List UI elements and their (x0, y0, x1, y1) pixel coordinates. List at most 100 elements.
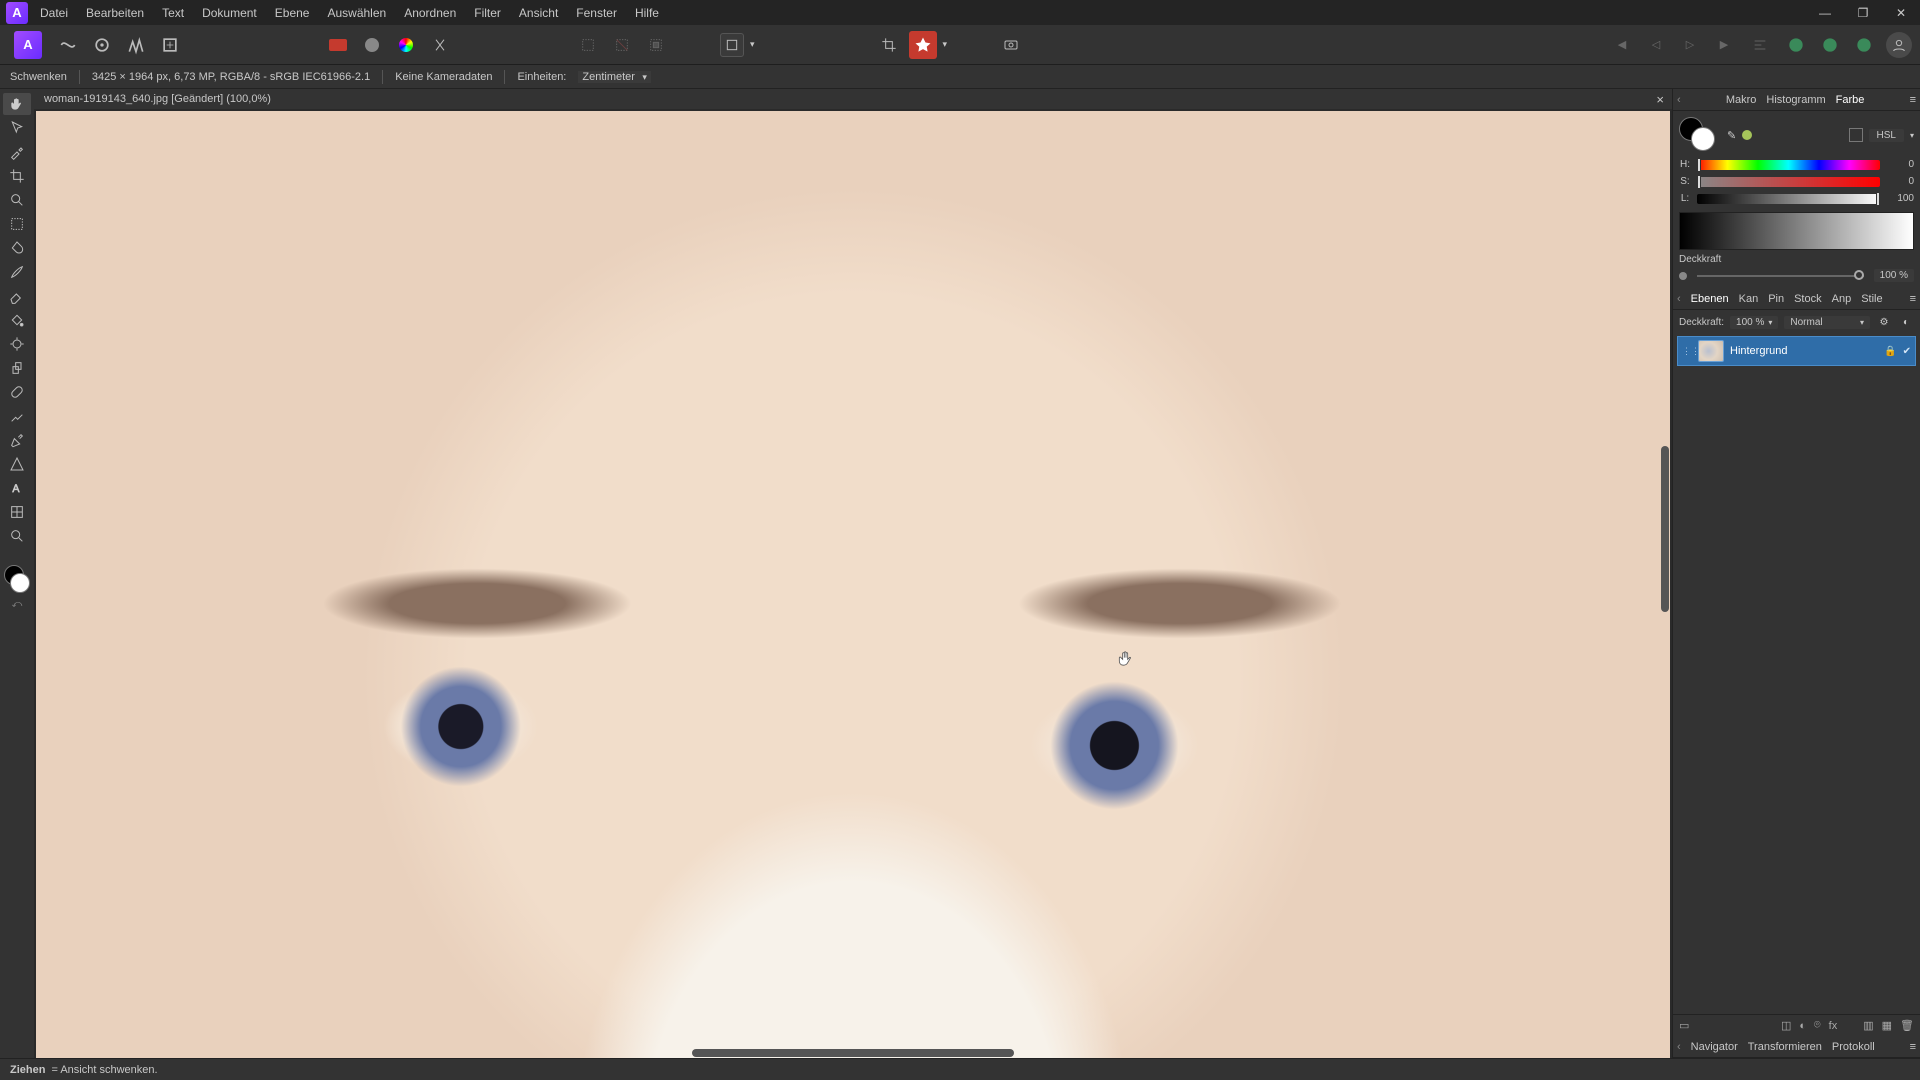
layer-opacity-select[interactable]: 100 %▾ (1730, 316, 1778, 329)
sat-value[interactable]: 0 (1886, 176, 1914, 187)
layer-name[interactable]: Hintergrund (1730, 345, 1787, 357)
arrange-forward-icon[interactable]: ▷ (1676, 31, 1704, 59)
invert-selection-icon[interactable] (642, 31, 670, 59)
clone-tool-icon[interactable] (3, 357, 31, 379)
lum-value[interactable]: 100 (1886, 193, 1914, 204)
panel-collapse-icon[interactable]: ‹ (1677, 94, 1681, 106)
fill-tool-icon[interactable] (3, 309, 31, 331)
canvas[interactable] (36, 111, 1670, 1058)
panel-collapse-mid-icon[interactable]: ‹ (1677, 293, 1681, 305)
color-wells[interactable] (1679, 117, 1719, 153)
tab-navigator[interactable]: Navigator (1691, 1041, 1738, 1053)
tab-histogramm[interactable]: Histogramm (1766, 94, 1825, 106)
close-button[interactable]: ✕ (1882, 0, 1920, 25)
panel-collapse-bottom-icon[interactable]: ‹ (1677, 1041, 1681, 1053)
menu-ansicht[interactable]: Ansicht (519, 6, 558, 20)
tab-makro[interactable]: Makro (1726, 94, 1757, 106)
document-tab[interactable]: woman-1919143_640.jpg [Geändert] (100,0%… (40, 93, 275, 105)
dodge-tool-icon[interactable] (3, 333, 31, 355)
menu-ebene[interactable]: Ebene (275, 6, 310, 20)
maximize-button[interactable]: ❐ (1844, 0, 1882, 25)
color-model-chevron-icon[interactable]: ▾ (1910, 131, 1914, 140)
opacity-value[interactable]: 100 % (1874, 269, 1914, 282)
hue-slider[interactable] (1697, 160, 1880, 170)
crop-tool-icon[interactable] (875, 31, 903, 59)
persona-photo-icon[interactable]: A (14, 31, 42, 59)
add-adjustment-icon[interactable]: ◐ (1799, 1020, 1806, 1032)
menu-datei[interactable]: Datei (40, 6, 68, 20)
pen-tool-icon[interactable] (3, 429, 31, 451)
color-model-select[interactable]: HSL (1869, 129, 1904, 142)
deselect-icon[interactable] (608, 31, 636, 59)
menu-filter[interactable]: Filter (474, 6, 501, 20)
color-swatches[interactable] (4, 565, 30, 595)
arrange-backward-icon[interactable]: ◁ (1642, 31, 1670, 59)
layer-edit-all-icon[interactable]: ▭ (1679, 1019, 1689, 1032)
tab-stock[interactable]: Stock (1794, 293, 1822, 305)
layer-toggle-icon[interactable]: ◐ (1898, 314, 1914, 330)
menu-auswaehlen[interactable]: Auswählen (327, 6, 386, 20)
tab-protokoll[interactable]: Protokoll (1832, 1041, 1875, 1053)
mesh-warp-tool-icon[interactable] (3, 501, 31, 523)
hue-value[interactable]: 0 (1886, 159, 1914, 170)
swatch-rainbow-icon[interactable] (392, 31, 420, 59)
saturation-slider[interactable] (1697, 177, 1880, 187)
noise-color-icon[interactable] (1742, 130, 1752, 140)
flood-select-tool-icon[interactable] (3, 237, 31, 259)
add-mask-icon[interactable]: ◫ (1781, 1019, 1791, 1032)
swap-colors-icon[interactable]: ⤺ (3, 597, 31, 611)
minimize-button[interactable]: — (1806, 0, 1844, 25)
layer-grip-icon[interactable]: ⋮⋮ (1682, 346, 1692, 357)
menu-anordnen[interactable]: Anordnen (404, 6, 456, 20)
eyedropper-icon[interactable]: ✎ (1727, 129, 1736, 142)
tab-ebenen[interactable]: Ebenen (1691, 293, 1729, 305)
sync-settings-icon[interactable] (1816, 31, 1844, 59)
align-icon[interactable] (1746, 31, 1774, 59)
arrange-back-icon[interactable]: ◀ (1608, 31, 1636, 59)
inpainting-tool-icon[interactable] (3, 405, 31, 427)
arrange-front-icon[interactable]: ▶ (1710, 31, 1738, 59)
swatch-grey-icon[interactable] (358, 31, 386, 59)
layer-row[interactable]: ⋮⋮ Hintergrund 🔒 ✔ (1677, 336, 1916, 366)
select-all-icon[interactable] (574, 31, 602, 59)
add-pixel-layer-icon[interactable]: ▦ (1882, 1019, 1892, 1032)
persona-develop-icon[interactable] (88, 31, 116, 59)
crop-tool-icon[interactable] (3, 165, 31, 187)
persona-tone-mapping-icon[interactable] (122, 31, 150, 59)
canvas-scrollbar-vertical[interactable] (1660, 123, 1670, 1046)
preview-icon[interactable] (997, 31, 1025, 59)
persona-liquify-icon[interactable] (54, 31, 82, 59)
tab-pinsel[interactable]: Pin (1768, 293, 1784, 305)
erase-tool-icon[interactable] (3, 285, 31, 307)
healing-tool-icon[interactable] (3, 381, 31, 403)
paintbrush-tool-icon[interactable] (3, 261, 31, 283)
canvas-scrollbar-horizontal[interactable] (48, 1048, 1658, 1058)
move-tool-icon[interactable] (3, 117, 31, 139)
opacity-slider[interactable] (1697, 275, 1864, 277)
layer-settings-icon[interactable]: ⚙ (1876, 314, 1892, 330)
menu-bearbeiten[interactable]: Bearbeiten (86, 6, 144, 20)
marquee-tool-icon[interactable] (3, 213, 31, 235)
selection-brush-tool-icon[interactable] (3, 189, 31, 211)
layer-visible-icon[interactable]: ✔ (1903, 346, 1911, 357)
color-mode-toggle-icon[interactable] (1849, 128, 1863, 142)
add-live-filter-icon[interactable]: ⌾ (1814, 1019, 1821, 1032)
tab-anpassung[interactable]: Anp (1832, 293, 1852, 305)
panel-menu-icon[interactable]: ≡ (1910, 94, 1916, 106)
panel-mid-menu-icon[interactable]: ≡ (1910, 293, 1916, 305)
luminosity-slider[interactable] (1697, 194, 1880, 204)
shape-tool-icon[interactable] (3, 453, 31, 475)
assistant-dropdown-icon[interactable]: ▾ (943, 39, 948, 50)
blend-mode-select[interactable]: Normal▾ (1784, 316, 1870, 329)
sync-cloud-icon[interactable] (1850, 31, 1878, 59)
sync-add-icon[interactable] (1782, 31, 1810, 59)
swatch-red-icon[interactable] (324, 31, 352, 59)
text-tool-icon[interactable]: A (3, 477, 31, 499)
tab-kanaele[interactable]: Kan (1739, 293, 1759, 305)
group-layers-icon[interactable]: ▥ (1863, 1019, 1873, 1032)
menu-text[interactable]: Text (162, 6, 184, 20)
quickmask-dropdown[interactable]: ▾ (720, 33, 755, 57)
assistant-icon[interactable] (909, 31, 937, 59)
document-close-icon[interactable]: × (1648, 92, 1672, 107)
delete-layer-icon[interactable]: 🗑 (1900, 1019, 1914, 1032)
